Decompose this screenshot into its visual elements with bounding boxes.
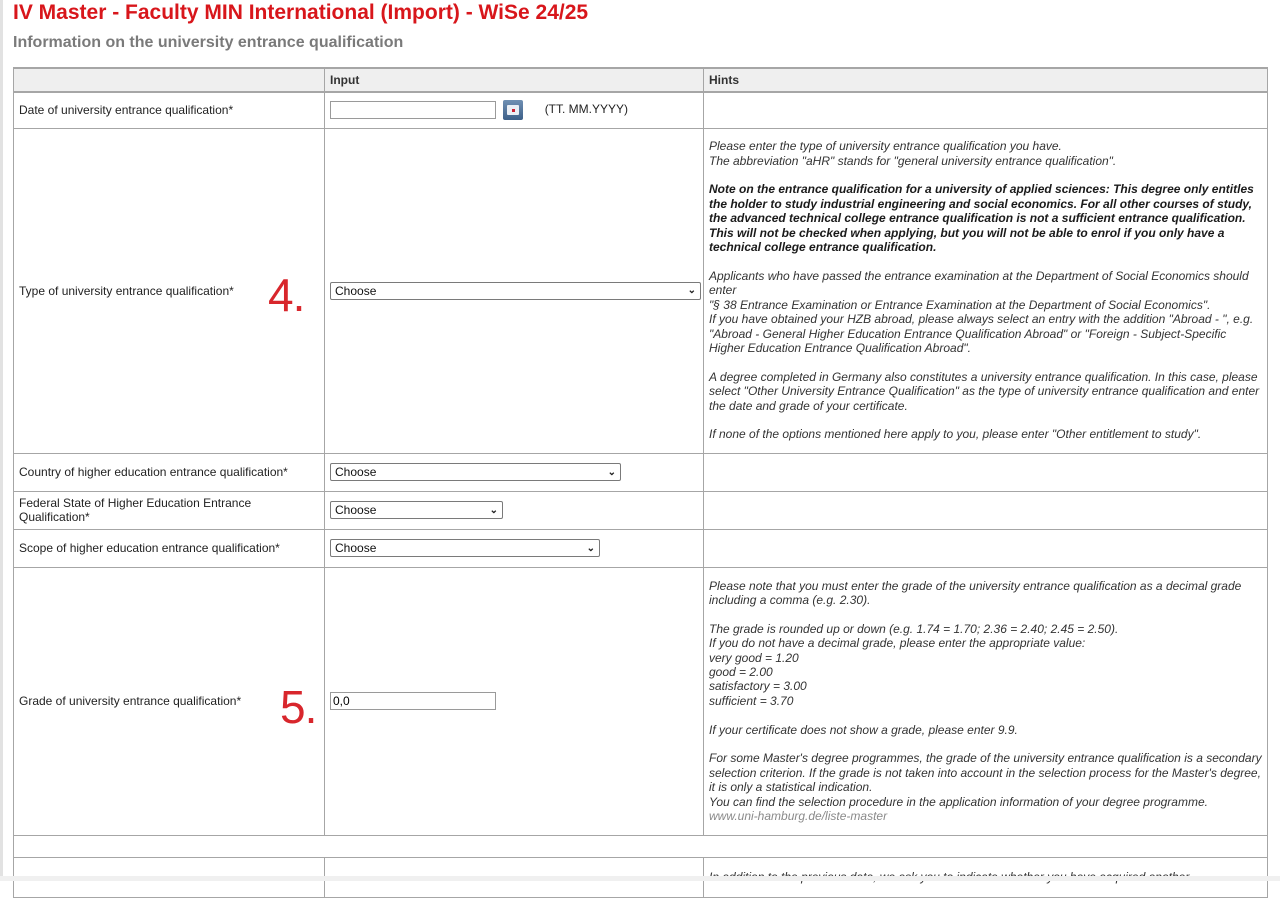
row-spacer <box>13 834 1268 858</box>
federal-state-label: Federal State of Higher Education Entran… <box>13 490 325 530</box>
row-grade: Grade of university entrance qualificati… <box>13 566 1268 836</box>
header-label <box>13 67 325 93</box>
annotation-step-4: 4. <box>268 269 305 321</box>
date-hint-cell <box>703 91 1268 129</box>
federal-state-select[interactable]: Choose ⌄ <box>330 501 503 519</box>
country-select-value: Choose <box>335 465 377 479</box>
type-hint-intro: Please enter the type of university entr… <box>709 139 1062 154</box>
scope-label: Scope of higher education entrance quali… <box>13 528 325 568</box>
row-date: Date of university entrance qualificatio… <box>13 91 1268 129</box>
grade-hint-good: good = 2.00 <box>709 664 773 679</box>
country-label: Country of higher education entrance qua… <box>13 452 325 492</box>
grade-hint-rounding: The grade is rounded up or down (e.g. 1.… <box>709 621 1119 636</box>
table-header-row: Input Hints <box>13 67 1268 93</box>
spacer-cell <box>13 834 1268 858</box>
federal-state-hint-cell <box>703 490 1268 530</box>
type-hint-section38: "§ 38 Entrance Examination or Entrance E… <box>709 297 1211 312</box>
scope-select[interactable]: Choose ⌄ <box>330 539 600 557</box>
entrance-qualification-form: Input Hints Date of university entrance … <box>13 67 1268 898</box>
header-input: Input <box>324 67 704 93</box>
type-select[interactable]: Choose ⌄ <box>330 281 701 300</box>
type-select-value: Choose <box>335 283 377 298</box>
row-federal-state: Federal State of Higher Education Entran… <box>13 490 1268 530</box>
type-hint-ahr: The abbreviation "aHR" stands for "gener… <box>709 153 1117 168</box>
row-country: Country of higher education entrance qua… <box>13 452 1268 492</box>
page-title: IV Master - Faculty MIN International (I… <box>13 1 589 24</box>
row-type: Type of university entrance qualificatio… <box>13 127 1268 454</box>
grade-hint-procedure: You can find the selection procedure in … <box>709 794 1208 809</box>
chevron-down-icon: ⌄ <box>586 542 595 554</box>
header-hints: Hints <box>703 67 1268 93</box>
date-label: Date of university entrance qualificatio… <box>13 91 325 129</box>
section-title: Information on the university entrance q… <box>13 34 404 51</box>
type-hint-other: If none of the options mentioned here ap… <box>709 427 1202 442</box>
country-select[interactable]: Choose ⌄ <box>330 463 621 481</box>
grade-hint-no-grade: If your certificate does not show a grad… <box>709 722 1018 737</box>
row-scope: Scope of higher education entrance quali… <box>13 528 1268 568</box>
grade-hint-satisfactory: satisfactory = 3.00 <box>709 679 807 694</box>
chevron-down-icon: ⌄ <box>489 504 498 516</box>
scope-hint-cell <box>703 528 1268 568</box>
type-hint-abroad: If you have obtained your HZB abroad, pl… <box>709 312 1254 355</box>
scope-select-value: Choose <box>335 541 377 555</box>
grade-hint-decimal: Please note that you must enter the grad… <box>709 578 1242 607</box>
liste-master-link[interactable]: www.uni-hamburg.de/liste-master <box>709 809 887 823</box>
grade-input[interactable] <box>330 692 496 710</box>
type-hints: Please enter the type of university entr… <box>703 127 1268 454</box>
calendar-icon[interactable] <box>503 100 524 121</box>
annotation-step-5: 5. <box>280 681 317 733</box>
chevron-down-icon: ⌄ <box>687 285 696 296</box>
grade-hint-sufficient: sufficient = 3.70 <box>709 693 794 708</box>
type-hint-note: Note on the entrance qualification for a… <box>709 182 1254 255</box>
window-left-edge <box>0 0 3 881</box>
grade-hint-very-good: very good = 1.20 <box>709 650 799 665</box>
chevron-down-icon: ⌄ <box>607 466 616 478</box>
grade-hint-no-decimal: If you do not have a decimal grade, plea… <box>709 636 1086 651</box>
grade-hint-secondary: For some Master's degree programmes, the… <box>709 751 1262 795</box>
date-format-hint: (TT. MM.YYYY) <box>544 102 629 117</box>
bottom-edge <box>0 876 1280 881</box>
grade-hints: Please note that you must enter the grad… <box>703 566 1268 836</box>
grade-label: Grade of university entrance qualificati… <box>13 566 325 836</box>
date-input[interactable] <box>330 101 496 120</box>
federal-state-select-value: Choose <box>335 503 377 517</box>
type-hint-applicants: Applicants who have passed the entrance … <box>709 268 1249 298</box>
type-hint-germany: A degree completed in Germany also const… <box>709 369 1260 413</box>
country-hint-cell <box>703 452 1268 492</box>
